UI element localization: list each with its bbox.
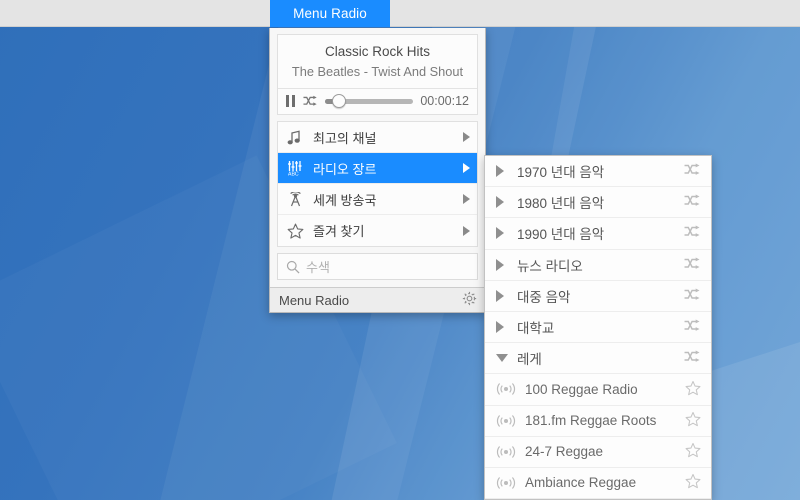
search-icon: [286, 260, 300, 274]
star-outline-icon: [685, 474, 701, 489]
elapsed-time: 00:00:12: [420, 94, 469, 108]
genre-label: 레게: [517, 352, 542, 368]
radio-wave-icon: [496, 414, 522, 428]
chevron-right-icon: [496, 227, 514, 240]
station-label: Ambiance Reggae: [525, 475, 637, 491]
shuffle-button[interactable]: [684, 319, 701, 335]
menu-item-favorites[interactable]: 즐겨 찾기: [278, 215, 477, 246]
broadcast-icon: [287, 191, 309, 207]
equalizer-icon: ABC: [287, 160, 309, 176]
shuffle-button[interactable]: [684, 257, 701, 273]
genre-row[interactable]: 1980 년대 음악: [485, 187, 711, 219]
search-placeholder: 수색: [306, 260, 330, 275]
main-menu-list: 최고의 채널 ABC 라디오 장르 세계 방송국 즐겨 찾기: [277, 121, 478, 247]
station-row[interactable]: 181.fm Reggae Roots: [485, 406, 711, 437]
genre-list: 1970 년대 음악 1980 년대 음악 1990 년대 음악 뉴스 라디오 …: [485, 156, 711, 375]
settings-button[interactable]: [462, 291, 477, 309]
footer-label: Menu Radio: [279, 292, 350, 308]
star-outline-icon: [685, 443, 701, 458]
genre-label: 1970 년대 음악: [517, 165, 605, 181]
menu-item-label: 즐겨 찾기: [313, 224, 365, 239]
menu-item-label: 라디오 장르: [313, 161, 377, 177]
genre-label: 1980 년대 음악: [517, 196, 605, 212]
shuffle-button[interactable]: [684, 194, 701, 210]
chevron-right-icon: [463, 225, 470, 236]
chevron-right-icon: [496, 289, 514, 302]
chevron-right-icon: [496, 258, 514, 271]
menu-bar: Menu Radio: [0, 0, 800, 27]
favorite-button[interactable]: [685, 380, 701, 399]
station-list: 100 Reggae Radio 181.fm Reggae Roots 24-…: [485, 374, 711, 500]
music-note-icon: [287, 129, 309, 145]
radio-genres-submenu: 1970 년대 음악 1980 년대 음악 1990 년대 음악 뉴스 라디오 …: [484, 155, 712, 500]
genre-label: 대중 음악: [517, 289, 571, 305]
genre-row[interactable]: 뉴스 라디오: [485, 250, 711, 281]
radio-wave-icon: [496, 382, 522, 396]
star-outline-icon: [685, 412, 701, 427]
shuffle-icon: [684, 163, 700, 176]
menu-item-label: 최고의 채널: [313, 130, 377, 146]
chevron-down-icon: [496, 354, 514, 363]
station-label: 181.fm Reggae Roots: [525, 413, 657, 429]
chevron-right-icon: [496, 196, 514, 209]
search-input[interactable]: 수색: [277, 253, 478, 280]
menu-item-label: 세계 방송국: [313, 192, 377, 208]
player-controls: 00:00:12: [278, 88, 477, 114]
station-row[interactable]: 100 Reggae Radio: [485, 374, 711, 406]
menubar-item-menu-radio[interactable]: Menu Radio: [270, 0, 390, 27]
chevron-right-icon: [496, 321, 514, 334]
radio-wave-icon: [496, 445, 522, 459]
shuffle-icon: [684, 226, 700, 238]
now-playing-station: Classic Rock Hits: [324, 44, 430, 59]
chevron-right-icon: [463, 194, 470, 204]
shuffle-icon: [684, 350, 700, 363]
shuffle-icon: [303, 95, 317, 106]
genre-row[interactable]: 대중 음악: [485, 281, 711, 312]
shuffle-icon: [684, 257, 700, 269]
radio-wave-icon: [496, 476, 522, 490]
now-playing-card: Classic Rock Hits The Beatles - Twist An…: [277, 34, 478, 115]
chevron-right-icon: [463, 163, 470, 173]
svg-text:ABC: ABC: [288, 171, 299, 176]
shuffle-button[interactable]: [684, 350, 701, 366]
shuffle-button[interactable]: [684, 225, 701, 241]
favorite-button[interactable]: [685, 411, 701, 430]
pause-button[interactable]: [286, 95, 296, 107]
chevron-right-icon: [463, 132, 470, 142]
now-playing-track: The Beatles - Twist And Shout: [291, 64, 464, 79]
genre-label: 대학교: [517, 321, 555, 337]
menu-item-top-channels[interactable]: 최고의 채널: [278, 122, 477, 153]
genre-label: 1990 년대 음악: [517, 227, 605, 243]
chevron-right-icon: [496, 165, 514, 178]
seek-slider[interactable]: [325, 94, 414, 108]
menu-item-world-stations[interactable]: 세계 방송국: [278, 184, 477, 215]
station-row[interactable]: Ambiance Reggae: [485, 468, 711, 500]
station-label: 24-7 Reggae: [525, 444, 604, 460]
shuffle-button[interactable]: [303, 95, 318, 107]
shuffle-button[interactable]: [684, 288, 701, 304]
genre-label: 뉴스 라디오: [517, 258, 583, 274]
favorite-button[interactable]: [685, 442, 701, 461]
shuffle-icon: [684, 319, 700, 331]
shuffle-button[interactable]: [684, 163, 701, 179]
shuffle-icon: [684, 288, 700, 300]
gear-icon: [462, 291, 477, 306]
menu-radio-dropdown-panel: Classic Rock Hits The Beatles - Twist An…: [269, 28, 486, 313]
star-outline-icon: [685, 380, 701, 396]
pause-icon: [286, 95, 296, 107]
genre-row[interactable]: 대학교: [485, 312, 711, 344]
menubar-item-label: Menu Radio: [293, 6, 367, 21]
slider-knob[interactable]: [332, 94, 346, 108]
genre-row-expanded[interactable]: 레게: [485, 343, 711, 375]
shuffle-icon: [684, 194, 700, 207]
station-row[interactable]: 24-7 Reggae: [485, 437, 711, 468]
search-container: 수색: [277, 253, 478, 280]
star-icon: [287, 223, 309, 239]
station-label: 100 Reggae Radio: [525, 381, 638, 397]
genre-row[interactable]: 1990 년대 음악: [485, 218, 711, 250]
favorite-button[interactable]: [685, 473, 701, 492]
genre-row[interactable]: 1970 년대 음악: [485, 156, 711, 188]
panel-footer: Menu Radio: [270, 287, 485, 312]
menu-item-radio-genres[interactable]: ABC 라디오 장르: [278, 153, 477, 184]
